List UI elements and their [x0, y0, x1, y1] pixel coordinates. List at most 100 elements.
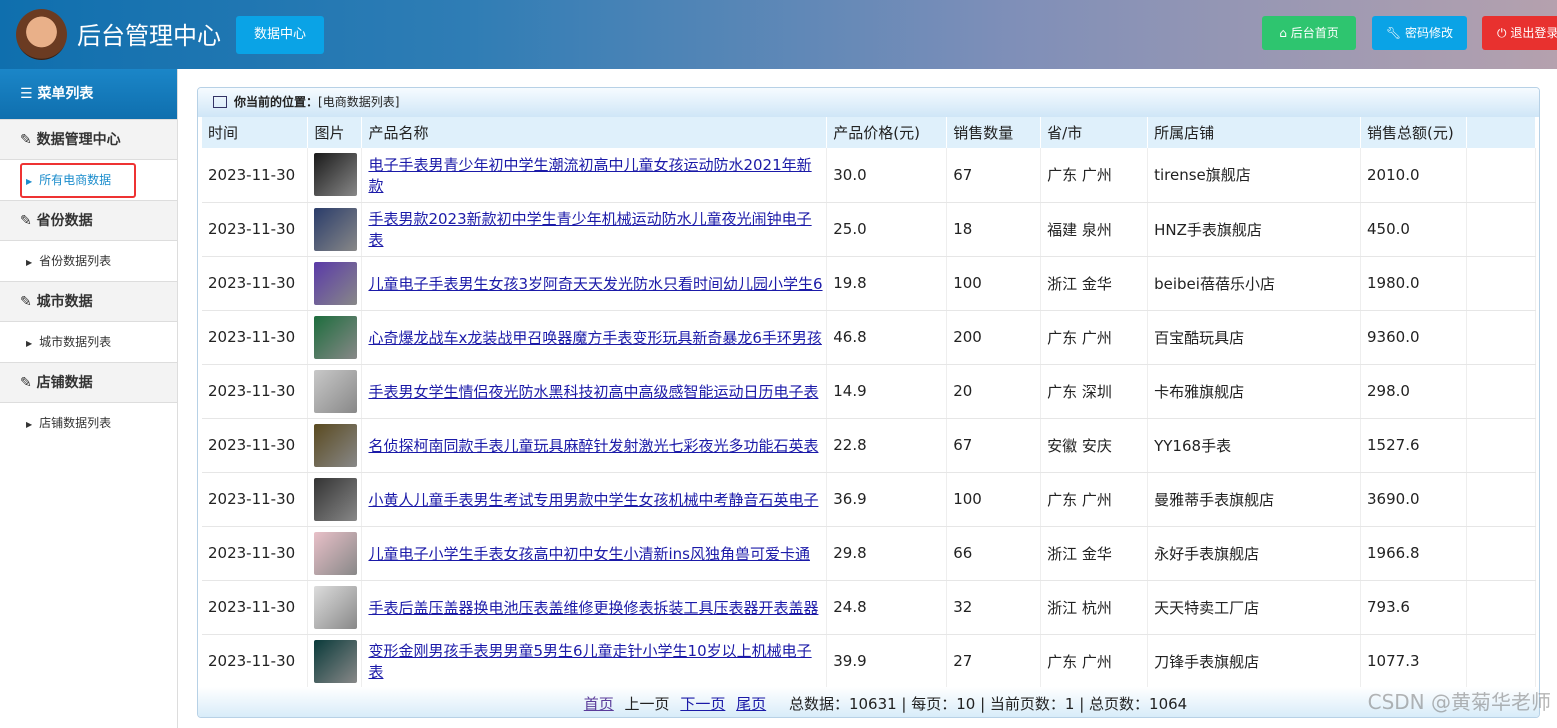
- sidebar-item-city-list[interactable]: ▶ 城市数据列表: [0, 322, 177, 362]
- product-link[interactable]: 名侦探柯南同款手表儿童玩具麻醉针发射激光七彩夜光多功能石英表: [368, 437, 818, 455]
- product-thumbnail[interactable]: [314, 261, 358, 305]
- shop-cell: 永好手表旗舰店: [1147, 526, 1362, 581]
- table-row: 2023-11-30 手表男女学生情侣夜光防水黑科技初高中高级感智能运动日历电子表…: [202, 364, 1537, 419]
- caret-right-icon: ▶: [26, 339, 33, 348]
- location-cell: 广东 广州: [1040, 310, 1149, 365]
- product-link[interactable]: 手表后盖压盖器换电池压表盖维修更换修表拆装工具压表器开表盖器: [368, 599, 818, 617]
- empty-cell: [1466, 580, 1537, 635]
- price-cell: 22.8: [826, 418, 948, 473]
- sidebar-group-data-management[interactable]: ✎ 数据管理中心: [0, 119, 177, 160]
- product-thumbnail[interactable]: [314, 585, 358, 629]
- data-table: 时间 图片 产品名称 产品价格(元) 销售数量 省/市 所属店铺 销售总额(元) 2023-1…: [202, 117, 1537, 689]
- home-button[interactable]: ⌂ 后台首页: [1262, 16, 1356, 50]
- menu-header: ☰ 菜单列表: [0, 69, 177, 119]
- product-link[interactable]: 变形金刚男孩手表男男童5男生6儿童走针小学生10岁以上机械电子表: [368, 642, 811, 681]
- product-name-cell: 手表后盖压盖器换电池压表盖维修更换修表拆装工具压表器开表盖器: [361, 580, 828, 635]
- shop-cell: 天天特卖工厂店: [1147, 580, 1362, 635]
- product-link[interactable]: 儿童电子手表男生女孩3岁阿奇天天发光防水只看时间幼儿园小学生6: [368, 275, 822, 293]
- quantity-cell: 66: [946, 526, 1042, 581]
- wrench-icon: 🔧︎: [1385, 26, 1406, 40]
- watermark: CSDN @黄菊华老师: [1367, 690, 1551, 714]
- product-link[interactable]: 电子手表男青少年初中学生潮流初高中儿童女孩运动防水2021年新款: [368, 156, 811, 195]
- sidebar-item-province-list[interactable]: ▶ 省份数据列表: [0, 241, 177, 281]
- last-page-link[interactable]: 尾页: [736, 695, 766, 713]
- image-cell: [307, 418, 363, 473]
- pagination-info: 总数据：10631 | 每页：10 | 当前页数：1 | 总页数：1064: [788, 695, 1188, 713]
- quantity-cell: 100: [946, 256, 1042, 311]
- shop-cell: 卡布雅旗舰店: [1147, 364, 1362, 419]
- prev-page-link[interactable]: 上一页: [625, 695, 670, 713]
- total-cell: 9360.0: [1360, 310, 1467, 365]
- empty-cell: [1466, 310, 1537, 365]
- table-row: 2023-11-30 儿童电子手表男生女孩3岁阿奇天天发光防水只看时间幼儿园小学生…: [202, 256, 1537, 311]
- next-page-link[interactable]: 下一页: [680, 695, 725, 713]
- edit-icon: ✎: [20, 294, 37, 310]
- location-cell: 福建 泉州: [1040, 202, 1149, 257]
- logout-button[interactable]: ⏻ 退出登录: [1482, 16, 1557, 50]
- product-thumbnail[interactable]: [314, 477, 358, 521]
- data-center-button[interactable]: 数据中心: [236, 16, 324, 54]
- product-name-cell: 儿童电子小学生手表女孩高中初中女生小清新ins风独角兽可爱卡通: [361, 526, 828, 581]
- price-cell: 30.0: [826, 148, 948, 203]
- total-cell: 793.6: [1360, 580, 1467, 635]
- product-link[interactable]: 小黄人儿童手表男生考试专用男款中学生女孩机械中考静音石英电子: [368, 491, 818, 509]
- change-password-button[interactable]: 🔧︎ 密码修改: [1372, 16, 1467, 50]
- table-row: 2023-11-30 儿童电子小学生手表女孩高中初中女生小清新ins风独角兽可爱卡…: [202, 526, 1537, 581]
- location-cell: 广东 广州: [1040, 148, 1149, 203]
- column-header-empty: [1466, 117, 1537, 148]
- highlight-box: [20, 163, 136, 198]
- date-cell: 2023-11-30: [202, 148, 309, 203]
- product-thumbnail[interactable]: [314, 639, 358, 683]
- product-name-cell: 名侦探柯南同款手表儿童玩具麻醉针发射激光七彩夜光多功能石英表: [361, 418, 828, 473]
- sidebar-group-city[interactable]: ✎ 城市数据: [0, 281, 177, 322]
- shop-cell: beibei蓓蓓乐小店: [1147, 256, 1362, 311]
- sidebar-group-shop[interactable]: ✎ 店铺数据: [0, 362, 177, 403]
- column-header: 时间: [202, 117, 309, 148]
- date-cell: 2023-11-30: [202, 310, 309, 365]
- quantity-cell: 67: [946, 148, 1042, 203]
- home-icon: ⌂: [1279, 26, 1291, 40]
- sidebar-item-shop-list[interactable]: ▶ 店铺数据列表: [0, 403, 177, 443]
- product-thumbnail[interactable]: [314, 423, 358, 467]
- product-link[interactable]: 手表男女学生情侣夜光防水黑科技初高中高级感智能运动日历电子表: [368, 383, 818, 401]
- caret-right-icon: ▶: [26, 420, 33, 429]
- product-name-cell: 儿童电子手表男生女孩3岁阿奇天天发光防水只看时间幼儿园小学生6: [361, 256, 828, 311]
- product-thumbnail[interactable]: [314, 315, 358, 359]
- total-cell: 1966.8: [1360, 526, 1467, 581]
- sidebar-item-all-ecommerce-data[interactable]: ▶ 所有电商数据: [0, 160, 177, 200]
- product-link[interactable]: 心奇爆龙战车x龙装战甲召唤器魔方手表变形玩具新奇暴龙6手环男孩: [368, 329, 821, 347]
- table-row: 2023-11-30 变形金刚男孩手表男男童5男生6儿童走针小学生10岁以上机械电…: [202, 634, 1537, 689]
- image-cell: [307, 526, 363, 581]
- avatar: [16, 9, 67, 60]
- table-row: 2023-11-30 手表男款2023新款初中学生青少年机械运动防水儿童夜光闹钟电…: [202, 202, 1537, 257]
- product-thumbnail[interactable]: [314, 153, 358, 197]
- quantity-cell: 27: [946, 634, 1042, 689]
- price-cell: 36.9: [826, 472, 948, 527]
- product-thumbnail[interactable]: [314, 531, 358, 575]
- total-cell: 1077.3: [1360, 634, 1467, 689]
- list-icon: ☰: [20, 86, 38, 102]
- product-link[interactable]: 手表男款2023新款初中学生青少年机械运动防水儿童夜光闹钟电子表: [368, 210, 811, 249]
- quantity-cell: 200: [946, 310, 1042, 365]
- sidebar: ☰ 菜单列表 ✎ 数据管理中心 ▶ 所有电商数据 ✎ 省份数据 ▶ 省份数据列表 ✎…: [0, 69, 178, 728]
- location-cell: 浙江 金华: [1040, 526, 1149, 581]
- edit-icon: ✎: [20, 375, 37, 391]
- empty-cell: [1466, 472, 1537, 527]
- content-panel: 你当前的位置：[电商数据列表] 时间 图片 产品名称 产品价格(元) 销售数量 省/市 所属…: [197, 87, 1540, 718]
- product-thumbnail[interactable]: [314, 369, 358, 413]
- quantity-cell: 20: [946, 364, 1042, 419]
- product-name-cell: 电子手表男青少年初中学生潮流初高中儿童女孩运动防水2021年新款: [361, 148, 828, 203]
- location-cell: 广东 广州: [1040, 634, 1149, 689]
- first-page-link[interactable]: 首页: [584, 695, 614, 713]
- empty-cell: [1466, 364, 1537, 419]
- image-cell: [307, 148, 363, 203]
- sidebar-group-province[interactable]: ✎ 省份数据: [0, 200, 177, 241]
- location-cell: 浙江 杭州: [1040, 580, 1149, 635]
- table-row: 2023-11-30 手表后盖压盖器换电池压表盖维修更换修表拆装工具压表器开表盖器…: [202, 580, 1537, 635]
- edit-icon: ✎: [20, 132, 37, 148]
- product-thumbnail[interactable]: [314, 207, 358, 251]
- date-cell: 2023-11-30: [202, 580, 309, 635]
- product-link[interactable]: 儿童电子小学生手表女孩高中初中女生小清新ins风独角兽可爱卡通: [368, 545, 810, 563]
- column-header: 图片: [307, 117, 363, 148]
- date-cell: 2023-11-30: [202, 202, 309, 257]
